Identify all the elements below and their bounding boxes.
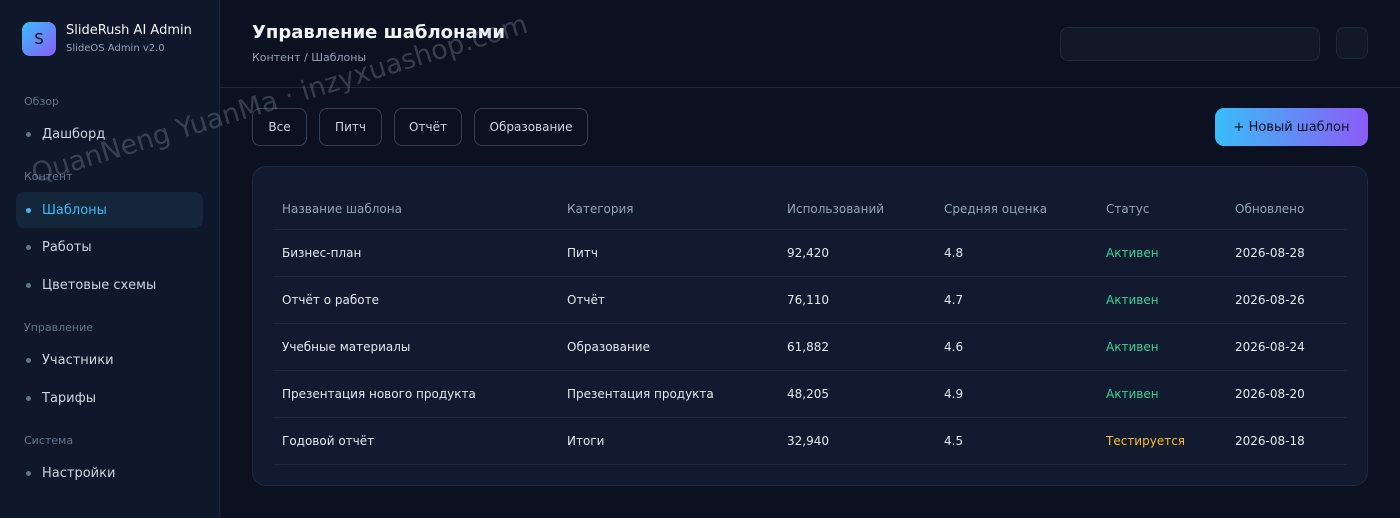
- sidebar-item-dashboard[interactable]: Дашборд: [16, 116, 203, 152]
- bullet-icon: [26, 244, 31, 250]
- sidebar-item-label: Тарифы: [42, 390, 96, 406]
- category-cell: Питч: [567, 246, 598, 260]
- brand-logo: S: [22, 22, 56, 56]
- sidebar-item-label: Цветовые схемы: [42, 277, 157, 293]
- column-header[interactable]: Категория: [567, 189, 634, 229]
- updated-cell: 2026-08-26: [1235, 293, 1305, 307]
- sidebar-item-label: Шаблоны: [42, 202, 107, 218]
- column-header[interactable]: Название шаблона: [282, 189, 402, 229]
- status-badge: Активен: [1106, 387, 1159, 401]
- nav-section-content: Контент: [24, 170, 73, 183]
- rating-cell: 4.9: [944, 387, 964, 401]
- rating-cell: 4.5: [944, 434, 964, 448]
- table-row[interactable]: Отчёт о работе Отчёт 76,110 4.7 Активен …: [273, 277, 1347, 324]
- column-header[interactable]: Статус: [1106, 189, 1149, 229]
- table-row[interactable]: Годовой отчёт Итоги 32,940 4.5 Тестирует…: [273, 418, 1347, 465]
- filter-all[interactable]: Все: [252, 108, 307, 146]
- usage-cell: 76,110: [787, 293, 829, 307]
- brand-text: SlideRush AI Admin SlideOS Admin v2.0: [66, 22, 192, 56]
- sidebar-item-templates[interactable]: Шаблоны: [16, 192, 203, 228]
- rating-cell: 4.8: [944, 246, 964, 260]
- category-cell: Презентация продукта: [567, 387, 714, 401]
- bullet-icon: [26, 470, 31, 476]
- filter-education[interactable]: Образование: [474, 108, 588, 146]
- category-cell: Отчёт: [567, 293, 605, 307]
- rating-cell: 4.7: [944, 293, 964, 307]
- status-badge: Активен: [1106, 293, 1159, 307]
- new-template-button[interactable]: + Новый шаблон: [1215, 108, 1368, 146]
- nav-section-system: Система: [24, 434, 74, 447]
- sidebar-item-plans[interactable]: Тарифы: [16, 380, 203, 416]
- brand: S SlideRush AI Admin SlideOS Admin v2.0: [22, 22, 192, 56]
- category-cell: Образование: [567, 340, 650, 354]
- sidebar-item-label: Дашборд: [42, 126, 106, 142]
- bullet-icon: [26, 395, 31, 401]
- rating-cell: 4.6: [944, 340, 964, 354]
- nav-section-overview: Обзор: [24, 95, 60, 108]
- sidebar-item-label: Настройки: [42, 465, 116, 481]
- updated-cell: 2026-08-24: [1235, 340, 1305, 354]
- template-name-cell: Презентация нового продукта: [282, 387, 476, 401]
- page-title: Управление шаблонами: [252, 22, 505, 43]
- usage-cell: 92,420: [787, 246, 829, 260]
- column-header[interactable]: Использований: [787, 189, 884, 229]
- status-badge: Активен: [1106, 246, 1159, 260]
- sidebar-item-label: Работы: [42, 239, 92, 255]
- header-divider: [220, 87, 1400, 88]
- table-row[interactable]: Презентация нового продукта Презентация …: [273, 371, 1347, 418]
- sidebar-item-color-schemes[interactable]: Цветовые схемы: [16, 267, 203, 303]
- usage-cell: 48,205: [787, 387, 829, 401]
- sidebar: S SlideRush AI Admin SlideOS Admin v2.0 …: [0, 0, 220, 518]
- filter-pitch[interactable]: Питч: [319, 108, 382, 146]
- template-name-cell: Учебные материалы: [282, 340, 411, 354]
- template-name-cell: Бизнес-план: [282, 246, 362, 260]
- updated-cell: 2026-08-18: [1235, 434, 1305, 448]
- header-icon-button[interactable]: [1336, 27, 1368, 59]
- table-row[interactable]: Учебные материалы Образование 61,882 4.6…: [273, 324, 1347, 371]
- updated-cell: 2026-08-20: [1235, 387, 1305, 401]
- brand-name: SlideRush AI Admin: [66, 23, 192, 38]
- templates-table: Название шаблона Категория Использований…: [273, 189, 1347, 465]
- bullet-icon: [26, 282, 31, 288]
- usage-cell: 32,940: [787, 434, 829, 448]
- table-row[interactable]: Бизнес-план Питч 92,420 4.8 Активен 2026…: [273, 230, 1347, 277]
- app-window: S SlideRush AI Admin SlideOS Admin v2.0 …: [0, 0, 1400, 518]
- column-header[interactable]: Средняя оценка: [944, 189, 1047, 229]
- sidebar-item-members[interactable]: Участники: [16, 342, 203, 378]
- sidebar-item-works[interactable]: Работы: [16, 229, 203, 265]
- bullet-icon: [26, 131, 31, 137]
- filter-report[interactable]: Отчёт: [394, 108, 462, 146]
- status-badge: Активен: [1106, 340, 1159, 354]
- nav-section-management: Управление: [24, 321, 94, 334]
- updated-cell: 2026-08-28: [1235, 246, 1305, 260]
- template-name-cell: Годовой отчёт: [282, 434, 375, 448]
- bullet-icon: [26, 357, 31, 363]
- brand-subtitle: SlideOS Admin v2.0: [66, 43, 165, 54]
- category-cell: Итоги: [567, 434, 605, 448]
- sidebar-item-label: Участники: [42, 352, 114, 368]
- templates-card: Название шаблона Категория Использований…: [252, 166, 1368, 486]
- search-input[interactable]: [1060, 27, 1320, 61]
- breadcrumb: Контент / Шаблоны: [252, 51, 367, 64]
- usage-cell: 61,882: [787, 340, 829, 354]
- table-header-row: Название шаблона Категория Использований…: [273, 189, 1347, 230]
- column-header[interactable]: Обновлено: [1235, 189, 1304, 229]
- bullet-icon: [26, 207, 31, 213]
- sidebar-item-settings[interactable]: Настройки: [16, 455, 203, 491]
- status-badge: Тестируется: [1106, 434, 1186, 448]
- template-name-cell: Отчёт о работе: [282, 293, 379, 307]
